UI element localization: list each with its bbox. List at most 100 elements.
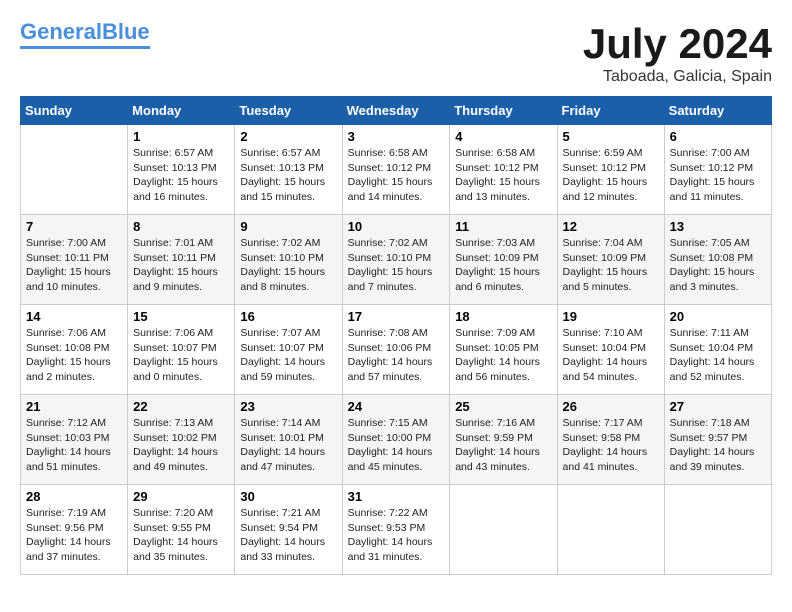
day-number: 16 xyxy=(240,309,336,324)
calendar-cell: 11Sunrise: 7:03 AM Sunset: 10:09 PM Dayl… xyxy=(450,215,557,305)
day-info: Sunrise: 7:05 AM Sunset: 10:08 PM Daylig… xyxy=(670,236,766,295)
calendar-cell: 27 Sunrise: 7:18 AM Sunset: 9:57 PM Dayli… xyxy=(664,395,771,485)
calendar-cell: 30 Sunrise: 7:21 AM Sunset: 9:54 PM Dayli… xyxy=(235,485,342,575)
day-info: Sunrise: 7:02 AM Sunset: 10:10 PM Daylig… xyxy=(348,236,445,295)
day-info: Sunrise: 7:02 AM Sunset: 10:10 PM Daylig… xyxy=(240,236,336,295)
day-number: 10 xyxy=(348,219,445,234)
day-number: 23 xyxy=(240,399,336,414)
day-number: 21 xyxy=(26,399,122,414)
calendar-cell: 26Sunrise: 7:17 AM Sunset: 9:58 PM Dayli… xyxy=(557,395,664,485)
day-info: Sunrise: 7:00 AM Sunset: 10:12 PM Daylig… xyxy=(670,146,766,205)
calendar-table: SundayMondayTuesdayWednesdayThursdayFrid… xyxy=(20,96,772,575)
day-info: Sunrise: 6:57 AM Sunset: 10:13 PM Daylig… xyxy=(240,146,336,205)
day-number: 25 xyxy=(455,399,551,414)
day-number: 4 xyxy=(455,129,551,144)
calendar-cell xyxy=(664,485,771,575)
calendar-header-friday: Friday xyxy=(557,97,664,125)
day-number: 9 xyxy=(240,219,336,234)
logo-blue: Blue xyxy=(102,19,150,44)
day-number: 1 xyxy=(133,129,229,144)
calendar-cell: 19 Sunrise: 7:10 AM Sunset: 10:04 PM Dayl… xyxy=(557,305,664,395)
day-info: Sunrise: 7:14 AM Sunset: 10:01 PM Daylig… xyxy=(240,416,336,475)
calendar-cell: 15 Sunrise: 7:06 AM Sunset: 10:07 PM Dayl… xyxy=(128,305,235,395)
day-info: Sunrise: 6:57 AM Sunset: 10:13 PM Daylig… xyxy=(133,146,229,205)
calendar-body: 1 Sunrise: 6:57 AM Sunset: 10:13 PM Dayli… xyxy=(21,125,772,575)
day-number: 24 xyxy=(348,399,445,414)
calendar-cell: 12 Sunrise: 7:04 AM Sunset: 10:09 PM Dayl… xyxy=(557,215,664,305)
day-info: Sunrise: 7:00 AM Sunset: 10:11 PM Daylig… xyxy=(26,236,122,295)
day-info: Sunrise: 7:21 AM Sunset: 9:54 PM Dayligh… xyxy=(240,506,336,565)
day-number: 29 xyxy=(133,489,229,504)
calendar-cell: 28 Sunrise: 7:19 AM Sunset: 9:56 PM Dayli… xyxy=(21,485,128,575)
day-info: Sunrise: 7:20 AM Sunset: 9:55 PM Dayligh… xyxy=(133,506,229,565)
calendar-cell xyxy=(557,485,664,575)
calendar-header-wednesday: Wednesday xyxy=(342,97,450,125)
day-number: 31 xyxy=(348,489,445,504)
calendar-header-thursday: Thursday xyxy=(450,97,557,125)
calendar-cell: 14Sunrise: 7:06 AM Sunset: 10:08 PM Dayl… xyxy=(21,305,128,395)
day-info: Sunrise: 7:19 AM Sunset: 9:56 PM Dayligh… xyxy=(26,506,122,565)
calendar-cell: 23 Sunrise: 7:14 AM Sunset: 10:01 PM Dayl… xyxy=(235,395,342,485)
day-info: Sunrise: 7:10 AM Sunset: 10:04 PM Daylig… xyxy=(563,326,659,385)
day-number: 7 xyxy=(26,219,122,234)
calendar-cell: 7 Sunrise: 7:00 AM Sunset: 10:11 PM Dayli… xyxy=(21,215,128,305)
calendar-cell: 20Sunrise: 7:11 AM Sunset: 10:04 PM Dayl… xyxy=(664,305,771,395)
calendar-header-saturday: Saturday xyxy=(664,97,771,125)
location: Taboada, Galicia, Spain xyxy=(583,68,772,86)
calendar-cell: 21 Sunrise: 7:12 AM Sunset: 10:03 PM Dayl… xyxy=(21,395,128,485)
day-number: 22 xyxy=(133,399,229,414)
calendar-header-row: SundayMondayTuesdayWednesdayThursdayFrid… xyxy=(21,97,772,125)
day-info: Sunrise: 7:13 AM Sunset: 10:02 PM Daylig… xyxy=(133,416,229,475)
calendar-cell: 10 Sunrise: 7:02 AM Sunset: 10:10 PM Dayl… xyxy=(342,215,450,305)
day-number: 26 xyxy=(563,399,659,414)
page-header: GeneralBlue July 2024 Taboada, Galicia, … xyxy=(20,20,772,86)
calendar-cell: 1 Sunrise: 6:57 AM Sunset: 10:13 PM Dayli… xyxy=(128,125,235,215)
calendar-cell: 22 Sunrise: 7:13 AM Sunset: 10:02 PM Dayl… xyxy=(128,395,235,485)
day-info: Sunrise: 7:03 AM Sunset: 10:09 PM Daylig… xyxy=(455,236,551,295)
calendar-cell: 2 Sunrise: 6:57 AM Sunset: 10:13 PM Dayli… xyxy=(235,125,342,215)
calendar-week-row: 7 Sunrise: 7:00 AM Sunset: 10:11 PM Dayli… xyxy=(21,215,772,305)
calendar-cell: 25Sunrise: 7:16 AM Sunset: 9:59 PM Dayli… xyxy=(450,395,557,485)
logo-text: GeneralBlue xyxy=(20,20,150,44)
day-number: 6 xyxy=(670,129,766,144)
day-number: 19 xyxy=(563,309,659,324)
calendar-cell: 31 Sunrise: 7:22 AM Sunset: 9:53 PM Dayli… xyxy=(342,485,450,575)
day-number: 2 xyxy=(240,129,336,144)
day-info: Sunrise: 7:12 AM Sunset: 10:03 PM Daylig… xyxy=(26,416,122,475)
day-info: Sunrise: 7:15 AM Sunset: 10:00 PM Daylig… xyxy=(348,416,445,475)
calendar-cell: 6 Sunrise: 7:00 AM Sunset: 10:12 PM Dayli… xyxy=(664,125,771,215)
calendar-week-row: 21 Sunrise: 7:12 AM Sunset: 10:03 PM Dayl… xyxy=(21,395,772,485)
calendar-cell xyxy=(21,125,128,215)
calendar-cell: 29 Sunrise: 7:20 AM Sunset: 9:55 PM Dayli… xyxy=(128,485,235,575)
day-number: 5 xyxy=(563,129,659,144)
day-info: Sunrise: 6:59 AM Sunset: 10:12 PM Daylig… xyxy=(563,146,659,205)
title-area: July 2024 Taboada, Galicia, Spain xyxy=(583,20,772,86)
calendar-cell: 9 Sunrise: 7:02 AM Sunset: 10:10 PM Dayli… xyxy=(235,215,342,305)
logo-general: General xyxy=(20,19,102,44)
month-title: July 2024 xyxy=(583,20,772,68)
day-number: 27 xyxy=(670,399,766,414)
day-number: 12 xyxy=(563,219,659,234)
day-number: 15 xyxy=(133,309,229,324)
day-info: Sunrise: 7:01 AM Sunset: 10:11 PM Daylig… xyxy=(133,236,229,295)
day-info: Sunrise: 7:06 AM Sunset: 10:07 PM Daylig… xyxy=(133,326,229,385)
day-info: Sunrise: 6:58 AM Sunset: 10:12 PM Daylig… xyxy=(455,146,551,205)
calendar-header-sunday: Sunday xyxy=(21,97,128,125)
calendar-cell: 16 Sunrise: 7:07 AM Sunset: 10:07 PM Dayl… xyxy=(235,305,342,395)
day-info: Sunrise: 7:09 AM Sunset: 10:05 PM Daylig… xyxy=(455,326,551,385)
day-number: 30 xyxy=(240,489,336,504)
day-number: 8 xyxy=(133,219,229,234)
calendar-header-monday: Monday xyxy=(128,97,235,125)
day-number: 14 xyxy=(26,309,122,324)
day-number: 28 xyxy=(26,489,122,504)
day-info: Sunrise: 7:04 AM Sunset: 10:09 PM Daylig… xyxy=(563,236,659,295)
day-info: Sunrise: 7:22 AM Sunset: 9:53 PM Dayligh… xyxy=(348,506,445,565)
calendar-cell: 18Sunrise: 7:09 AM Sunset: 10:05 PM Dayl… xyxy=(450,305,557,395)
day-info: Sunrise: 7:11 AM Sunset: 10:04 PM Daylig… xyxy=(670,326,766,385)
day-info: Sunrise: 7:18 AM Sunset: 9:57 PM Dayligh… xyxy=(670,416,766,475)
calendar-cell: 8 Sunrise: 7:01 AM Sunset: 10:11 PM Dayli… xyxy=(128,215,235,305)
calendar-week-row: 14Sunrise: 7:06 AM Sunset: 10:08 PM Dayl… xyxy=(21,305,772,395)
calendar-cell: 17Sunrise: 7:08 AM Sunset: 10:06 PM Dayl… xyxy=(342,305,450,395)
day-info: Sunrise: 7:07 AM Sunset: 10:07 PM Daylig… xyxy=(240,326,336,385)
calendar-week-row: 1 Sunrise: 6:57 AM Sunset: 10:13 PM Dayli… xyxy=(21,125,772,215)
